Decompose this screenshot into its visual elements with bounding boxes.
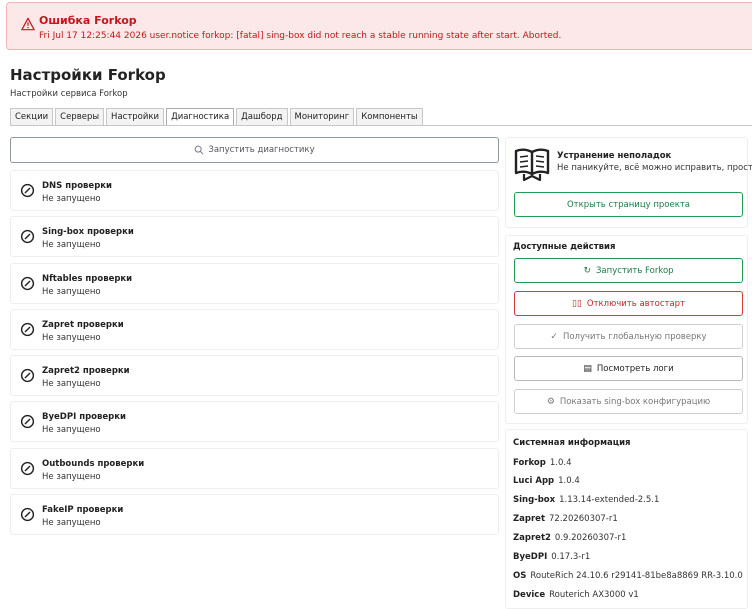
check-title: Nftables проверки (42, 274, 133, 284)
logs-icon: ▤ (583, 363, 592, 374)
alert-message: Fri Jul 17 12:25:44 2026 user.notice for… (39, 31, 562, 41)
check-status: Не запущено (42, 240, 101, 250)
check-fakeip: FakeIP проверки Не запущено (10, 494, 499, 535)
actions-card: Доступные действия ↻ Запустить Forkop ▯▯… (505, 235, 748, 424)
sysinfo-forkop: Forkop 1.0.4 (513, 458, 572, 468)
tab-diagnostics[interactable]: Диагностика (166, 108, 235, 125)
global-check-button[interactable]: ✓ Получить глобальную проверку (514, 324, 743, 349)
not-started-icon (20, 183, 35, 198)
sysinfo-luci-app: Luci App 1.0.4 (513, 476, 580, 486)
tabs-divider (10, 125, 752, 126)
show-config-button[interactable]: ⚙ Показать sing-box конфигурацию (514, 389, 743, 414)
check-title: Zapret2 проверки (42, 366, 130, 376)
troubleshoot-title: Устранение неполадок (557, 151, 672, 161)
page-subtitle: Настройки сервиса Forkop (10, 89, 128, 99)
tab-dashboard[interactable]: Дашборд (236, 108, 288, 125)
not-started-icon (20, 229, 35, 244)
sysinfo-singbox: Sing-box 1.13.14-extended-2.5.1 (513, 495, 660, 505)
check-circle-icon: ✓ (550, 331, 558, 342)
run-diagnostics-button[interactable]: Запустить диагностику (10, 137, 499, 163)
check-title: ByeDPI проверки (42, 412, 126, 422)
check-status: Не запущено (42, 333, 101, 343)
troubleshoot-card: Устранение неполадок Не паникуйте, всё м… (505, 137, 752, 228)
sysinfo-byedpi: ByeDPI 0.17.3-r1 (513, 552, 591, 562)
check-status: Не запущено (42, 472, 101, 482)
check-status: Не запущено (42, 518, 101, 528)
open-project-page-label: Открыть страницу проекта (566, 199, 691, 210)
start-forkop-label: Запустить Forkop (595, 265, 674, 276)
check-status: Не запущено (42, 194, 101, 204)
check-title: FakeIP проверки (42, 505, 124, 515)
check-dns: DNS проверки Не запущено (10, 170, 499, 211)
check-status: Не запущено (42, 287, 101, 297)
check-title: Outbounds проверки (42, 459, 145, 469)
check-status: Не запущено (42, 379, 101, 389)
check-zapret2: Zapret2 проверки Не запущено (10, 355, 499, 396)
not-started-icon (20, 276, 35, 291)
check-title: Zapret проверки (42, 320, 124, 330)
tab-bar: Секции Серверы Настройки Диагностика Даш… (10, 108, 425, 125)
not-started-icon (20, 368, 35, 383)
search-icon (195, 145, 204, 155)
open-project-page-button[interactable]: Открыть страницу проекта (514, 192, 743, 217)
check-outbounds: Outbounds проверки Не запущено (10, 448, 499, 489)
gear-icon: ⚙ (546, 396, 555, 407)
error-alert: Ошибка Forkop Fri Jul 17 12:25:44 2026 u… (6, 2, 752, 50)
sysinfo-zapret: Zapret 72.20260307-r1 (513, 514, 618, 524)
tab-monitoring[interactable]: Мониторинг (289, 108, 355, 125)
actions-title: Доступные действия (513, 242, 616, 252)
book-icon (514, 148, 550, 181)
not-started-icon (20, 461, 35, 476)
system-info-title: Системная информация (513, 438, 631, 448)
tab-settings[interactable]: Настройки (106, 108, 165, 125)
check-title: DNS проверки (42, 181, 113, 191)
not-started-icon (20, 414, 35, 429)
refresh-icon: ↻ (583, 265, 591, 276)
sysinfo-os: OS RouteRich 24.10.6 r29141-81be8a8869 RR… (513, 571, 743, 581)
system-info-card: Системная информация Forkop 1.0.4 Luci Ap… (505, 429, 748, 609)
warning-icon (21, 17, 35, 31)
global-check-label: Получить глобальную проверку (562, 331, 707, 342)
check-title: Sing-box проверки (42, 227, 134, 237)
disable-autostart-button[interactable]: ▯▯ Отключить автостарт (514, 291, 743, 316)
start-forkop-button[interactable]: ↻ Запустить Forkop (514, 258, 743, 283)
not-started-icon (20, 322, 35, 337)
troubleshoot-text: Не паникуйте, всё можно исправить, прост… (557, 163, 752, 173)
view-logs-label: Посмотреть логи (596, 363, 674, 374)
alert-title: Ошибка Forkop (39, 14, 137, 27)
view-logs-button[interactable]: ▤ Посмотреть логи (514, 356, 743, 381)
disable-autostart-label: Отключить автостарт (586, 298, 686, 309)
sysinfo-device: Device Routerich AX3000 v1 (513, 590, 639, 600)
tab-components[interactable]: Компоненты (356, 108, 423, 125)
run-diagnostics-label: Запустить диагностику (208, 145, 315, 155)
check-nftables: Nftables проверки Не запущено (10, 263, 499, 304)
check-byedpi: ByeDPI проверки Не запущено (10, 401, 499, 442)
tab-sections[interactable]: Секции (10, 108, 54, 125)
page-title: Настройки Forkop (10, 66, 166, 84)
check-zapret: Zapret проверки Не запущено (10, 309, 499, 350)
tab-servers[interactable]: Серверы (55, 108, 105, 125)
sysinfo-zapret2: Zapret2 0.9.20260307-r1 (513, 533, 627, 543)
not-started-icon (20, 507, 35, 522)
pause-icon: ▯▯ (571, 298, 582, 309)
check-status: Не запущено (42, 425, 101, 435)
show-config-label: Показать sing-box конфигурацию (559, 396, 711, 407)
check-singbox: Sing-box проверки Не запущено (10, 216, 499, 257)
